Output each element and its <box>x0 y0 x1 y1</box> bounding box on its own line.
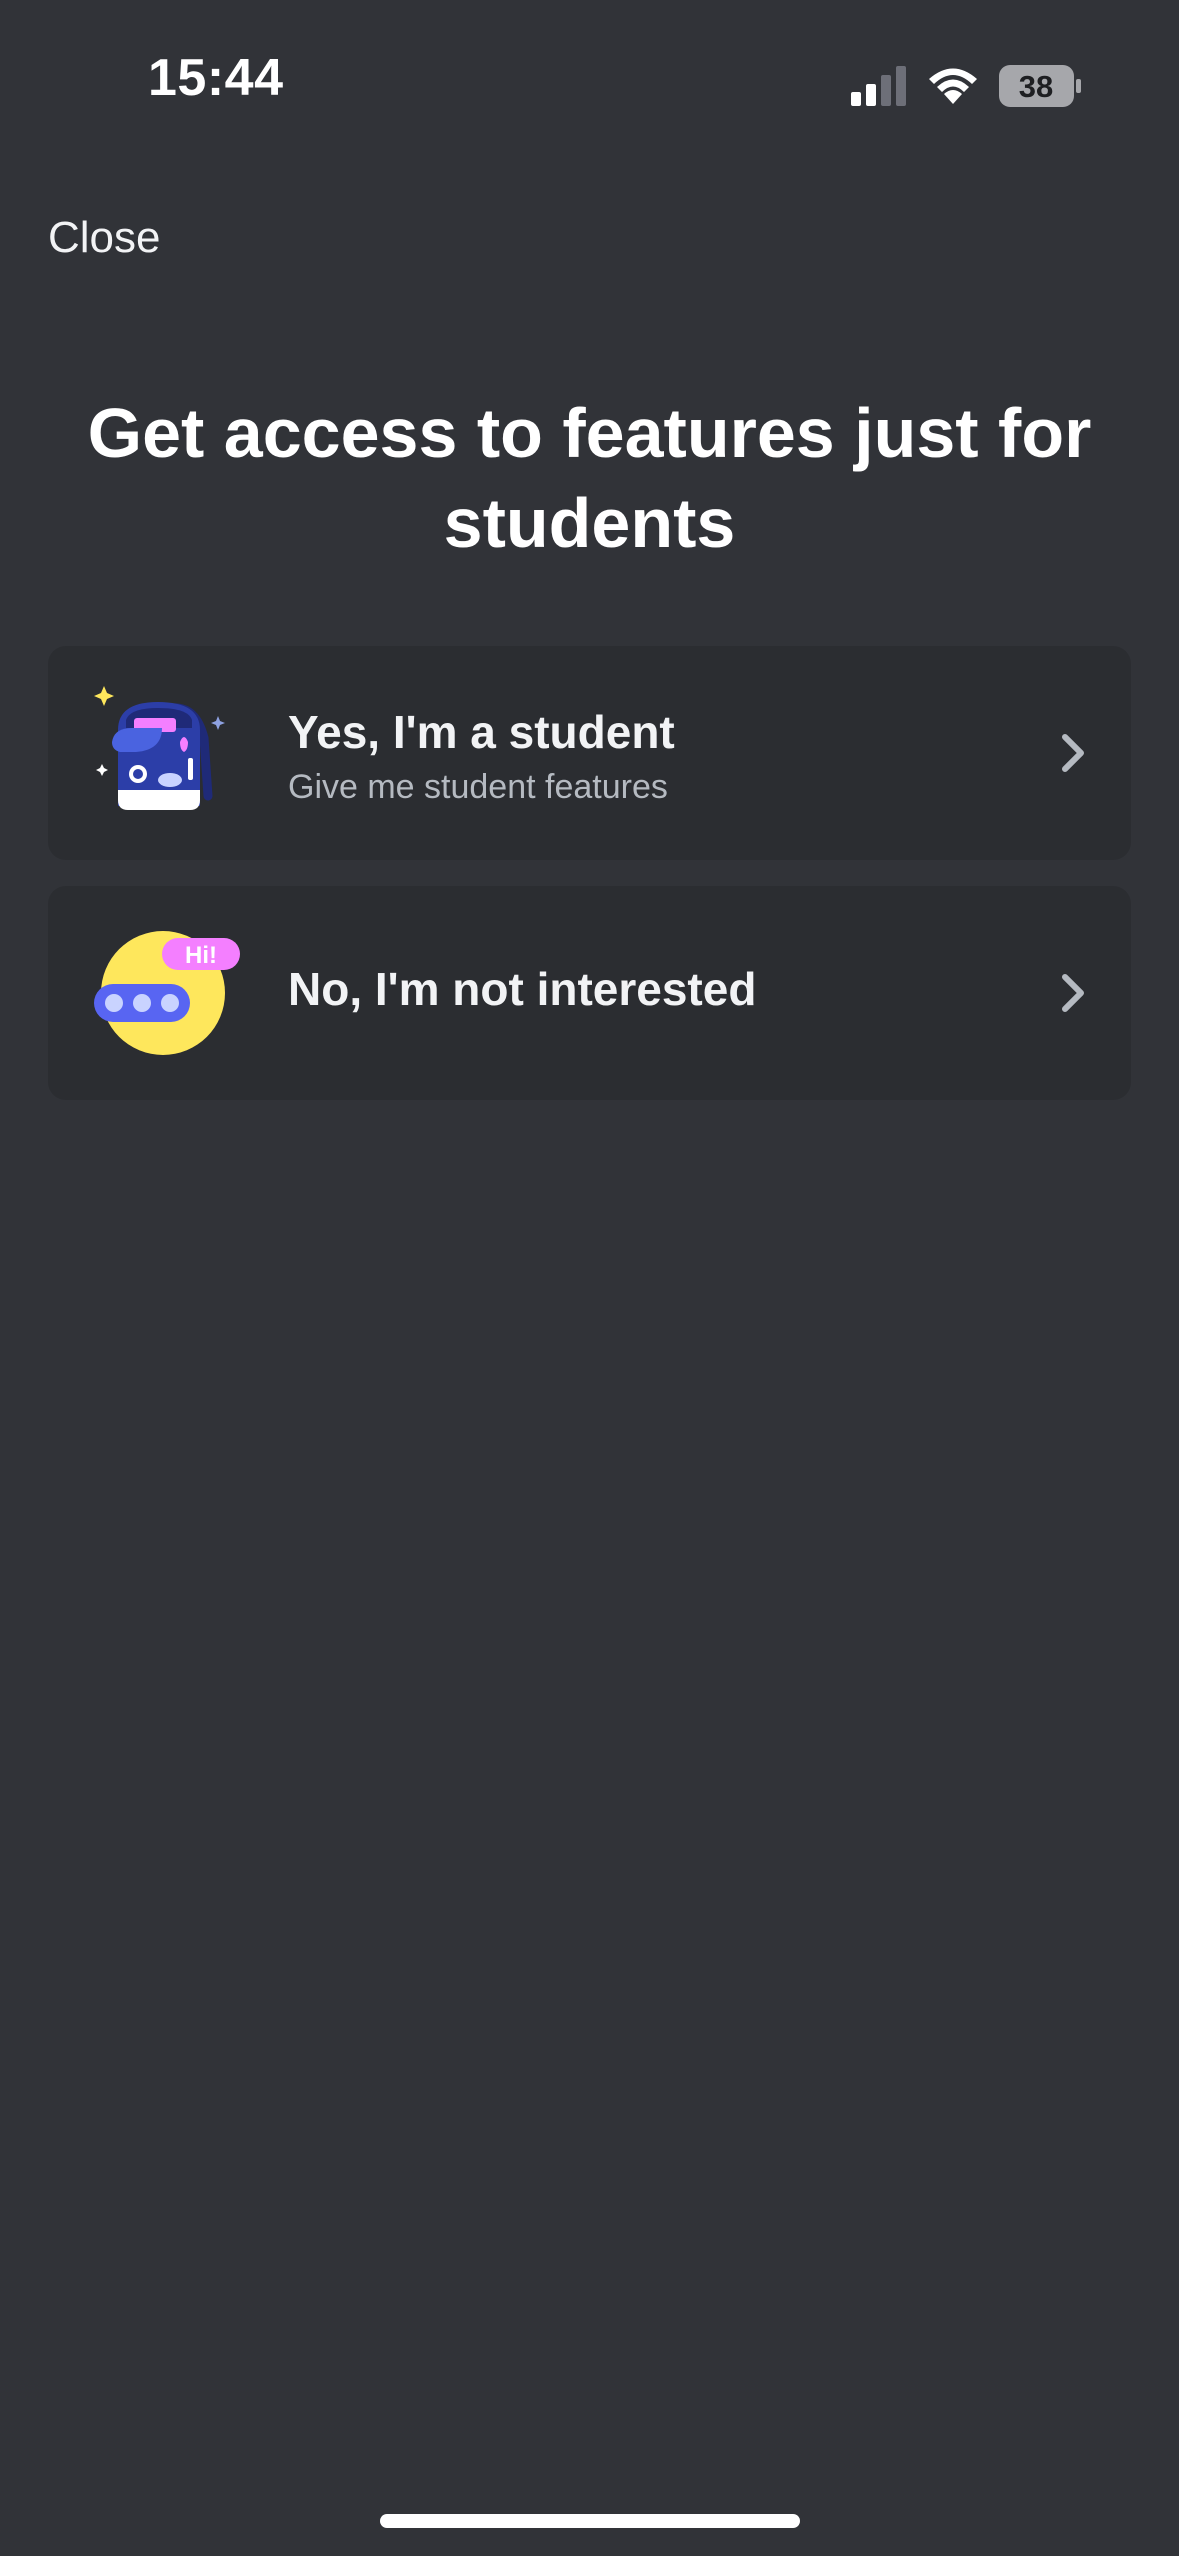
option-title: No, I'm not interested <box>288 963 757 1015</box>
status-bar: 15:44 38 <box>0 0 1179 140</box>
option-yes-student[interactable]: Yes, I'm a student Give me student featu… <box>48 646 1131 860</box>
hi-chat-bubble-icon: Hi! <box>92 918 242 1068</box>
battery-icon: 38 <box>999 65 1081 107</box>
chevron-right-icon <box>1059 971 1087 1015</box>
chevron-right-icon <box>1059 731 1087 775</box>
backpack-icon <box>92 678 242 828</box>
wifi-icon <box>927 66 979 106</box>
option-title: Yes, I'm a student <box>288 706 675 758</box>
option-text: No, I'm not interested <box>288 961 1011 1017</box>
option-not-interested[interactable]: Hi! No, I'm not interested <box>48 886 1131 1100</box>
status-time: 15:44 <box>148 49 284 107</box>
status-icons: 38 <box>851 62 1081 110</box>
option-text: Yes, I'm a student Give me student featu… <box>288 704 1011 808</box>
home-indicator[interactable] <box>380 2514 800 2528</box>
page-title: Get access to features just for students <box>87 394 1092 562</box>
close-button[interactable]: Close <box>48 213 161 262</box>
signal-icon <box>851 66 907 106</box>
svg-text:Hi!: Hi! <box>185 942 217 969</box>
option-subtitle: Give me student features <box>288 768 668 806</box>
battery-level: 38 <box>1019 69 1053 104</box>
